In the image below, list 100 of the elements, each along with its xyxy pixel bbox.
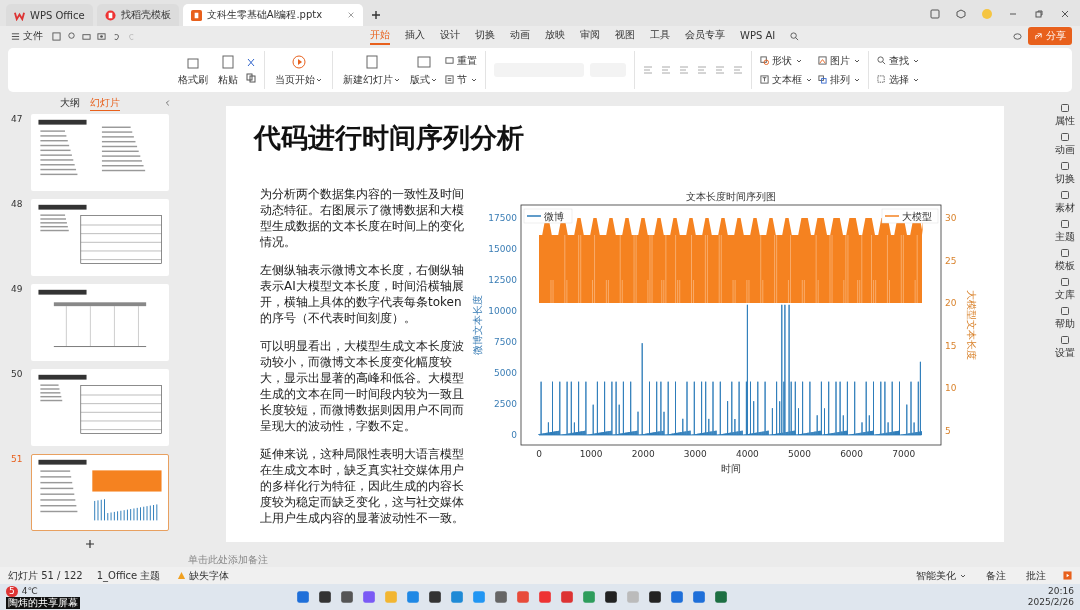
sidebar-button[interactable]: 切换 [1055, 161, 1075, 186]
menu-tab[interactable]: 视图 [615, 27, 635, 45]
panel-icon [1060, 277, 1070, 287]
axis-tick-label: 15 [945, 340, 957, 351]
beautify-button[interactable]: 智能美化 [913, 568, 969, 583]
legend-label: 大模型 [902, 211, 932, 222]
menu-icon [11, 31, 20, 41]
slide-number: 47 [11, 114, 24, 124]
slide-icon [363, 53, 380, 70]
taskbar-app-icon[interactable] [428, 590, 442, 604]
notes-button[interactable]: 备注 [983, 568, 1009, 583]
slide-number: 49 [11, 284, 24, 294]
axis-tick-label: 0 [511, 430, 517, 440]
caret-icon [806, 76, 812, 83]
image-icon [818, 56, 827, 65]
axis-title: 时间 [721, 463, 741, 474]
play-icon[interactable] [1063, 571, 1072, 580]
paste-button[interactable]: 粘贴 [216, 53, 240, 87]
reset-button[interactable]: 重置 [445, 53, 477, 68]
axis-tick-label: 10000 [488, 306, 517, 316]
textbox-button[interactable]: 文本框 [760, 72, 812, 87]
menu-tab[interactable]: 会员专享 [685, 27, 725, 45]
layout-button[interactable]: 版式 [408, 53, 439, 87]
caret-icon [854, 57, 860, 64]
warning-icon [177, 571, 187, 580]
menu-tab[interactable]: 切换 [475, 27, 495, 45]
menu-tab[interactable]: 设计 [440, 27, 460, 45]
document-tab[interactable]: 文科生零基础AI编程.pptx [182, 4, 364, 26]
sidebar-button[interactable]: 动画 [1055, 132, 1075, 157]
sidebar-button[interactable]: 设置 [1055, 335, 1075, 360]
axis-title: 大模型文本长度 [966, 290, 977, 360]
sidebar-button[interactable]: 模板 [1055, 248, 1075, 273]
axis-tick-label: 5000 [788, 449, 811, 459]
window-icon[interactable] [930, 9, 940, 19]
preview-icon[interactable] [97, 31, 106, 41]
slide-thumbnail[interactable] [31, 284, 169, 361]
sidebar-button[interactable]: 素材 [1055, 190, 1075, 215]
slide-thumbnail[interactable] [31, 369, 169, 446]
arrange-icon [818, 75, 827, 84]
share-icon [1034, 31, 1043, 41]
sidebar-button[interactable]: 主题 [1055, 219, 1075, 244]
undo-icon[interactable] [112, 31, 121, 41]
slide-thumbnail[interactable] [31, 454, 169, 531]
sidebar-button[interactable]: 帮助 [1055, 306, 1075, 331]
slide-thumbnail[interactable] [31, 199, 169, 276]
taskbar-app-icon[interactable] [604, 590, 618, 604]
add-slide-icon[interactable] [85, 539, 95, 549]
search-icon [877, 56, 886, 65]
play-icon [290, 53, 307, 70]
menu-tab[interactable]: 放映 [545, 27, 565, 45]
new-tab-icon[interactable] [371, 10, 382, 20]
taskbar-app-icon[interactable] [340, 590, 354, 604]
axis-tick-label: 15000 [488, 244, 517, 254]
find-button[interactable]: 查找 [877, 53, 919, 68]
menu-tab[interactable]: 动画 [510, 27, 530, 45]
menu-tab[interactable]: 插入 [405, 27, 425, 45]
collapse-icon[interactable] [164, 99, 172, 107]
close-icon[interactable] [1060, 9, 1070, 19]
menu-tab[interactable]: 工具 [650, 27, 670, 45]
panel-icon [1060, 335, 1070, 345]
picture-button[interactable]: 图片 [818, 53, 860, 68]
restore-icon[interactable] [1034, 9, 1044, 19]
document-tab[interactable]: WPS Office [6, 4, 93, 26]
taskbar-app-icon[interactable] [318, 590, 332, 604]
file-menu[interactable]: 文件 [8, 29, 46, 43]
menu-tab[interactable]: 审阅 [580, 27, 600, 45]
missing-fonts-button[interactable]: 缺失字体 [174, 568, 233, 583]
caret-icon [913, 76, 919, 83]
axis-tick-label: 4000 [735, 449, 759, 459]
play-button[interactable]: 当页开始 [273, 53, 324, 87]
panel-icon [1060, 190, 1070, 200]
cube-icon[interactable] [956, 9, 966, 19]
close-icon[interactable] [347, 11, 356, 19]
new-slide-button[interactable]: 新建幻灯片 [341, 53, 402, 87]
copy-icon[interactable] [246, 72, 256, 83]
shape-icon [760, 56, 769, 65]
slide-thumbnail[interactable] [31, 114, 169, 191]
panel-tab[interactable]: 大纲 [60, 95, 80, 111]
select-icon [877, 75, 886, 84]
arrange-button[interactable]: 排列 [818, 72, 860, 87]
menu-tab[interactable]: WPS AI [740, 28, 776, 44]
section-button[interactable]: 节 [445, 72, 477, 87]
taskbar-app-icon[interactable] [648, 590, 662, 604]
sidebar-button[interactable]: 文库 [1055, 277, 1075, 302]
axis-tick-label: 12500 [488, 275, 517, 285]
axis-title: 微博文本长度 [472, 295, 483, 355]
sidebar-button[interactable]: 属性 [1055, 103, 1075, 128]
comments-button[interactable]: 批注 [1023, 568, 1049, 583]
search-icon[interactable] [790, 31, 800, 41]
axis-tick-label: 0 [536, 449, 542, 459]
format-painter-button[interactable]: 格式刷 [176, 53, 210, 87]
document-tab[interactable]: 找稻壳模板 [96, 4, 179, 26]
axis-tick-label: 6000 [840, 449, 864, 459]
axis-tick-label: 2500 [494, 399, 517, 409]
shape-button[interactable]: 形状 [760, 53, 812, 68]
scissors-icon[interactable] [246, 57, 256, 68]
legend-label: 微博 [544, 211, 564, 222]
select-button[interactable]: 选择 [877, 72, 919, 87]
presentation-icon [190, 9, 202, 21]
axis-tick-label: 1000 [579, 449, 603, 459]
